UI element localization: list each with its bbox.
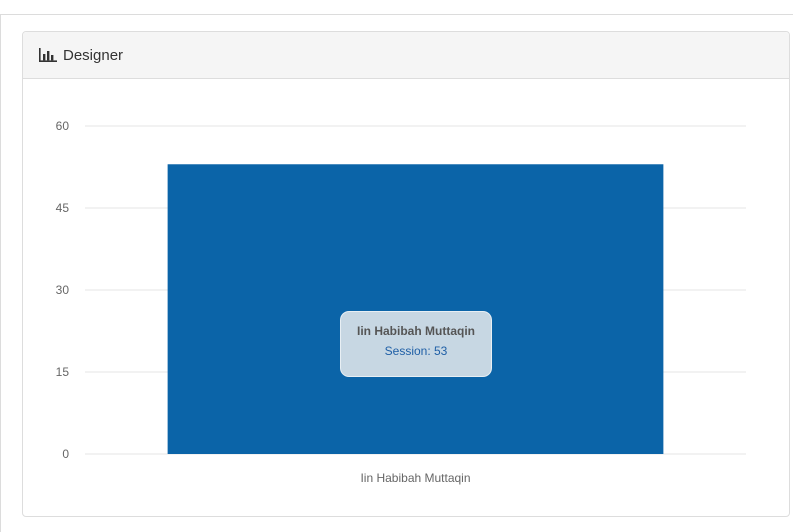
y-tick-label: 45 [56, 201, 70, 215]
y-tick-label: 30 [56, 283, 70, 297]
bar-chart-icon [39, 48, 57, 62]
chart-tooltip: Iin Habibah Muttaqin Session: 53 [340, 311, 492, 377]
tooltip-title: Iin Habibah Muttaqin [357, 324, 475, 338]
panel-title: Designer [63, 46, 124, 64]
panel-heading: Designer [23, 32, 789, 79]
bar-chart: 0 15 30 45 60 Iin Habibah Muttaqin [56, 119, 746, 485]
bar [167, 164, 664, 454]
y-tick-label: 15 [56, 365, 70, 379]
chart-area: 0 15 30 45 60 Iin Habibah Muttaqin Iin Habiba… [23, 79, 789, 516]
chart-panel: Designer 0 15 30 45 60 Iin Habibah Muttaqin I… [22, 31, 790, 517]
x-tick-label: Iin Habibah Muttaqin [360, 471, 470, 485]
tooltip-value: Session: 53 [384, 344, 448, 358]
y-tick-label: 60 [56, 119, 70, 133]
y-tick-label: 0 [62, 447, 69, 461]
